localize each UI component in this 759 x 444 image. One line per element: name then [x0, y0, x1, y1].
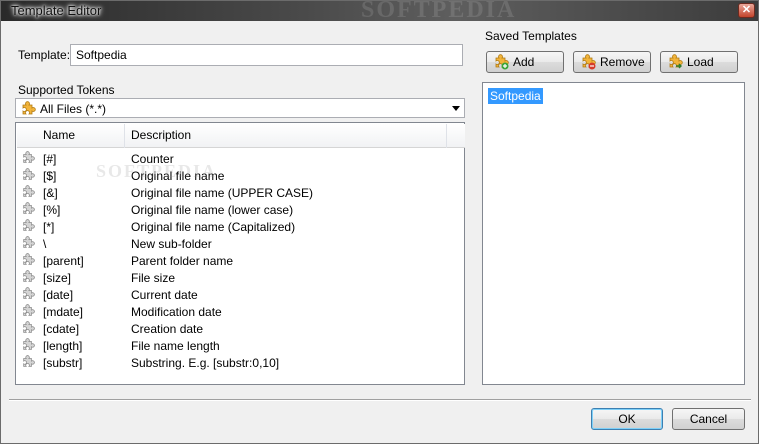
puzzle-piece-icon — [21, 355, 35, 372]
file-filter-value: All Files (*.*) — [40, 102, 107, 116]
load-button-label: Load — [687, 55, 714, 69]
remove-button[interactable]: Remove — [573, 51, 651, 73]
table-row[interactable]: \ New sub-folder — [17, 235, 465, 252]
table-row[interactable]: [date] Current date — [17, 286, 465, 303]
cancel-button[interactable]: Cancel — [672, 408, 745, 430]
close-button[interactable]: ✕ — [738, 3, 755, 18]
table-row[interactable]: [#] Counter — [17, 150, 465, 167]
puzzle-piece-icon — [21, 304, 35, 321]
token-description: Substring. E.g. [substr:0,10] — [131, 356, 280, 370]
token-description: File size — [131, 271, 176, 285]
table-row[interactable]: [cdate] Creation date — [17, 320, 465, 337]
token-name: [#] — [43, 152, 57, 166]
title-watermark: SOFTPEDIA — [361, 0, 517, 23]
puzzle-piece-icon — [21, 151, 35, 168]
add-button[interactable]: Add — [486, 51, 564, 73]
token-description: Original file name (Capitalized) — [131, 220, 296, 234]
table-row[interactable]: [parent] Parent folder name — [17, 252, 465, 269]
token-name: [%] — [43, 203, 61, 217]
table-row[interactable]: [size] File size — [17, 269, 465, 286]
token-name: [$] — [43, 169, 57, 183]
token-description: Creation date — [131, 322, 204, 336]
token-name: [cdate] — [43, 322, 80, 336]
puzzle-icon — [20, 101, 36, 120]
puzzle-piece-icon — [21, 270, 35, 287]
saved-templates-label: Saved Templates — [485, 29, 577, 43]
tokens-list[interactable]: Name Description [#] Counter [$] Original … — [15, 122, 465, 385]
template-editor-window: SOFTPEDIA Template Editor ✕ Template: So… — [0, 0, 759, 444]
table-row[interactable]: [*] Original file name (Capitalized) — [17, 218, 465, 235]
puzzle-piece-icon — [21, 202, 35, 219]
token-name: [date] — [43, 288, 74, 302]
tokens-rows: [#] Counter [$] Original file name [&] Orig… — [17, 150, 465, 371]
table-row[interactable]: [length] File name length — [17, 337, 465, 354]
token-description: Current date — [131, 288, 198, 302]
puzzle-piece-icon — [21, 219, 35, 236]
token-description: Modification date — [131, 305, 222, 319]
saved-templates-list[interactable]: Softpedia — [482, 82, 745, 385]
token-name: [substr] — [43, 356, 83, 370]
add-button-label: Add — [513, 55, 535, 69]
token-name: [length] — [43, 339, 83, 353]
puzzle-piece-icon — [21, 321, 35, 338]
token-name: [*] — [43, 220, 55, 234]
token-description: Original file name (lower case) — [131, 203, 294, 217]
template-label: Template: — [18, 48, 71, 62]
token-name: [&] — [43, 186, 58, 200]
token-description: New sub-folder — [131, 237, 212, 251]
table-row[interactable]: [mdate] Modification date — [17, 303, 465, 320]
footer-separator — [9, 399, 751, 401]
puzzle-piece-icon — [21, 185, 35, 202]
list-item[interactable]: Softpedia — [488, 88, 543, 104]
title-bar[interactable]: SOFTPEDIA Template Editor ✕ — [1, 0, 758, 23]
puzzle-load-icon — [667, 54, 683, 76]
token-name: [size] — [43, 271, 72, 285]
ok-button[interactable]: OK — [591, 408, 663, 430]
puzzle-remove-icon — [580, 54, 596, 76]
table-row[interactable]: [substr] Substring. E.g. [substr:0,10] — [17, 354, 465, 371]
puzzle-piece-icon — [21, 287, 35, 304]
file-filter-dropdown[interactable]: All Files (*.*) — [15, 98, 465, 118]
chevron-down-icon[interactable] — [452, 106, 460, 111]
remove-button-label: Remove — [600, 55, 645, 69]
puzzle-piece-icon — [21, 253, 35, 270]
token-name: \ — [43, 237, 47, 251]
column-header-description[interactable]: Description — [125, 124, 447, 148]
softpedia-watermark: SOFTPEDIA — [96, 161, 218, 181]
token-name: [mdate] — [43, 305, 84, 319]
token-description: File name length — [131, 339, 220, 353]
window-title: Template Editor — [11, 3, 102, 18]
load-button[interactable]: Load — [660, 51, 738, 73]
table-row[interactable]: [&] Original file name (UPPER CASE) — [17, 184, 465, 201]
table-row[interactable]: [$] Original file name — [17, 167, 465, 184]
token-name: [parent] — [43, 254, 84, 268]
tokens-list-header: Name Description — [17, 124, 465, 148]
supported-tokens-label: Supported Tokens — [18, 83, 115, 97]
token-description: Original file name (UPPER CASE) — [131, 186, 314, 200]
column-header-name[interactable]: Name — [17, 124, 125, 148]
puzzle-piece-icon — [21, 236, 35, 253]
table-row[interactable]: [%] Original file name (lower case) — [17, 201, 465, 218]
token-description: Parent folder name — [131, 254, 234, 268]
puzzle-piece-icon — [21, 338, 35, 355]
template-name-input[interactable]: Softpedia — [70, 44, 463, 66]
puzzle-add-icon — [493, 54, 509, 76]
puzzle-piece-icon — [21, 168, 35, 185]
